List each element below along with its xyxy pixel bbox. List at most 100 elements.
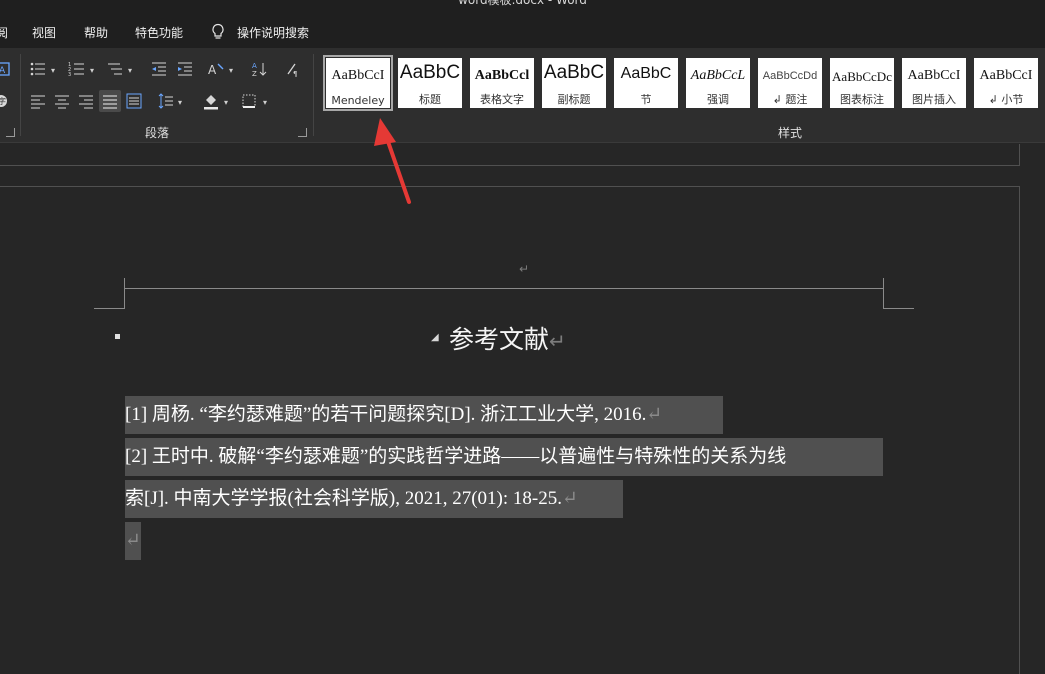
window-title: word模板.docx - Word [458, 0, 587, 7]
numbering-icon[interactable]: 123 [68, 60, 86, 78]
ribbon-tabs: 阅 视图 帮助 特色功能 操作说明搜索 [0, 8, 1045, 48]
tab-special-features[interactable]: 特色功能 [135, 24, 183, 41]
borders-icon[interactable] [240, 92, 258, 110]
asian-layout-icon[interactable]: A [207, 60, 225, 78]
style-subsection[interactable]: AaBbCcI ↲ 小节 [974, 58, 1038, 108]
ribbon: A 字 ▾ 123 ▾ ▾ A ▾ AZ ¶ ▾ ▾ ▾ 段落 AaBbCcI … [0, 48, 1045, 143]
crop-mark-right [883, 278, 884, 308]
style-preview: AaBbCcI [331, 68, 385, 83]
style-label: 节 [640, 93, 652, 106]
style-label: 图片插入 [912, 93, 956, 106]
style-section[interactable]: AaBbC 节 [614, 58, 678, 108]
show-formatting-marks-icon[interactable]: ¶ [283, 60, 301, 78]
collapse-triangle-icon[interactable]: ◢ [431, 332, 439, 343]
heading-text: 参考文献 [449, 325, 550, 354]
style-label: 强调 [707, 93, 729, 106]
style-emphasis[interactable]: AaBbCcL 强调 [686, 58, 750, 108]
sort-icon[interactable]: AZ [251, 60, 269, 78]
tab-view[interactable]: 视图 [32, 24, 56, 41]
svg-text:Z: Z [252, 70, 257, 78]
group-separator [20, 54, 21, 136]
multilevel-list-icon[interactable] [106, 60, 124, 78]
style-preview: AaBbC [399, 62, 461, 83]
style-preview: AaBbC [543, 62, 605, 83]
chevron-down-icon[interactable]: ▾ [229, 66, 233, 75]
style-preview: AaBbCcL [690, 68, 746, 83]
style-caption[interactable]: AaBbCcDd ↲ 题注 [758, 58, 822, 108]
crop-mark-left [94, 308, 125, 309]
style-preview: AaBbCcDd [762, 70, 818, 82]
justify-icon[interactable] [99, 90, 121, 112]
style-preview: AaBbCcl [474, 68, 530, 83]
paragraph-dialog-launcher[interactable] [298, 128, 307, 137]
reference-text: 索[J]. 中南大学学报(社会科学版), 2021, 27(01): 18-25… [125, 488, 562, 509]
crop-mark-left [124, 278, 125, 308]
chevron-down-icon[interactable]: ▾ [90, 66, 94, 75]
style-chart-caption[interactable]: AaBbCcDc 图表标注 [830, 58, 894, 108]
references-heading: 参考文献↵ [449, 320, 566, 356]
style-preview: AaBbCcI [907, 68, 961, 83]
svg-text:A: A [208, 63, 217, 77]
chevron-down-icon[interactable]: ▾ [128, 66, 132, 75]
reference-text: [1] 周杨. “李约瑟难题”的若干问题探究[D]. 浙江工业大学, 2016. [125, 404, 647, 425]
align-left-icon[interactable] [29, 92, 47, 110]
previous-page [0, 144, 1020, 166]
lightbulb-icon[interactable] [210, 23, 226, 41]
styles-gallery: AaBbCcI Mendeley AaBbC 标题 AaBbCcl 表格文字 A… [320, 54, 1045, 114]
header-line [124, 288, 884, 289]
align-center-icon[interactable] [53, 92, 71, 110]
paragraph-mark: ↵ [646, 404, 663, 425]
distributed-icon[interactable] [125, 92, 143, 110]
header-paragraph-mark: ↵ [519, 262, 530, 276]
empty-paragraph[interactable]: ↵ [125, 522, 141, 560]
line-spacing-icon[interactable] [157, 92, 175, 110]
reference-2-line-1[interactable]: [2] 王时中. 破解“李约瑟难题”的实践哲学进路——以普遍性与特殊性的关系为线 [125, 438, 883, 476]
style-label: Mendeley [331, 94, 385, 107]
svg-text:A: A [252, 62, 257, 70]
increase-indent-icon[interactable] [176, 60, 194, 78]
tab-review[interactable]: 阅 [0, 24, 8, 41]
paragraph-mark: ↵ [549, 329, 566, 353]
svg-text:A: A [0, 66, 6, 76]
styles-group-label: 样式 [778, 126, 803, 140]
style-preview: AaBbCcDc [832, 69, 892, 84]
svg-text:¶: ¶ [293, 70, 297, 78]
reference-2-line-2[interactable]: 索[J]. 中南大学学报(社会科学版), 2021, 27(01): 18-25… [125, 480, 623, 518]
style-heading[interactable]: AaBbC 标题 [398, 58, 462, 108]
reference-1[interactable]: [1] 周杨. “李约瑟难题”的若干问题探究[D]. 浙江工业大学, 2016.… [125, 396, 723, 434]
style-label: 标题 [419, 93, 441, 106]
style-label: 图表标注 [840, 93, 884, 106]
crop-mark-right [883, 308, 914, 309]
style-subtitle[interactable]: AaBbC 副标题 [542, 58, 606, 108]
svg-text:3: 3 [68, 72, 71, 78]
style-preview: AaBbC [620, 65, 672, 82]
style-label: 副标题 [557, 93, 591, 106]
text-highlight-icon[interactable]: A [0, 60, 12, 78]
paragraph-mark: ↵ [125, 530, 141, 551]
chevron-down-icon[interactable]: ▾ [224, 98, 228, 107]
tab-help[interactable]: 帮助 [84, 24, 108, 41]
font-dialog-launcher[interactable] [6, 128, 15, 137]
shading-bucket-icon[interactable] [202, 92, 220, 110]
decrease-indent-icon[interactable] [150, 60, 168, 78]
style-label: ↲ 小节 [988, 93, 1024, 106]
title-bar: word模板.docx - Word [0, 0, 1045, 8]
bullets-icon[interactable] [29, 60, 47, 78]
style-label: 表格文字 [480, 93, 524, 106]
style-label: ↲ 题注 [772, 93, 808, 106]
style-mendeley[interactable]: AaBbCcI Mendeley [323, 55, 393, 111]
align-right-icon[interactable] [77, 92, 95, 110]
list-bullet-marker [115, 334, 120, 339]
group-separator [313, 54, 314, 136]
chevron-down-icon[interactable]: ▾ [51, 66, 55, 75]
char-shading-icon[interactable]: 字 [0, 92, 10, 110]
paragraph-group-label: 段落 [145, 126, 170, 140]
chevron-down-icon[interactable]: ▾ [178, 98, 182, 107]
svg-text:字: 字 [0, 96, 6, 106]
search-tell-me[interactable]: 操作说明搜索 [237, 24, 309, 41]
document-canvas[interactable]: ↵ ◢ 参考文献↵ [1] 周杨. “李约瑟难题”的若干问题探究[D]. 浙江工… [0, 144, 1045, 674]
style-table-text[interactable]: AaBbCcl 表格文字 [470, 58, 534, 108]
style-image-insert[interactable]: AaBbCcI 图片插入 [902, 58, 966, 108]
reference-text: [2] 王时中. 破解“李约瑟难题”的实践哲学进路——以普遍性与特殊性的关系为线 [125, 446, 787, 467]
chevron-down-icon[interactable]: ▾ [263, 98, 267, 107]
